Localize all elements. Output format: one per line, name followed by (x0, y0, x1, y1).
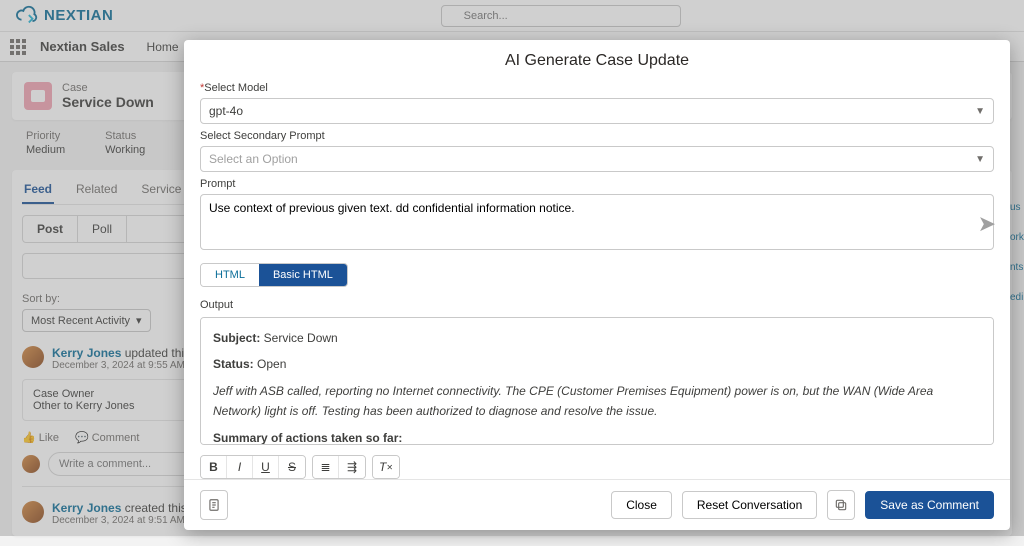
copy-button[interactable] (827, 490, 855, 520)
output-label: Output (200, 299, 994, 311)
copy-icon (834, 498, 848, 512)
chevron-down-icon: ▼ (975, 154, 985, 165)
view-html-tab[interactable]: HTML (201, 264, 259, 286)
secondary-select[interactable]: Select an Option ▼ (200, 146, 994, 172)
out-subject-value: Service Down (260, 331, 337, 345)
out-summary-heading: Summary of actions taken so far: (213, 428, 981, 445)
bold-button[interactable]: B (201, 456, 227, 478)
out-narrative: Jeff with ASB called, reporting no Inter… (213, 381, 981, 422)
underline-button[interactable]: U (253, 456, 279, 478)
prompt-label: Prompt (200, 178, 994, 190)
out-status-label: Status: (213, 357, 254, 371)
close-button[interactable]: Close (611, 491, 672, 519)
modal-title: AI Generate Case Update (184, 40, 1010, 80)
number-list-button[interactable]: ⇶ (339, 456, 365, 478)
out-status-value: Open (254, 357, 287, 371)
document-icon (207, 498, 221, 512)
model-value: gpt-4o (209, 104, 243, 118)
italic-button[interactable]: I (227, 456, 253, 478)
output-view-tabs: HTML Basic HTML (200, 263, 348, 287)
modal-footer: Close Reset Conversation Save as Comment (184, 479, 1010, 530)
chevron-down-icon: ▼ (975, 106, 985, 117)
secondary-value: Select an Option (209, 152, 298, 166)
model-label: *Select Model (200, 82, 994, 94)
reset-button[interactable]: Reset Conversation (682, 491, 817, 519)
model-select[interactable]: gpt-4o ▼ (200, 98, 994, 124)
secondary-label: Select Secondary Prompt (200, 130, 994, 142)
clear-format-button[interactable]: T✕ (373, 456, 399, 478)
out-subject-label: Subject: (213, 331, 260, 345)
prompt-textarea[interactable] (200, 194, 994, 250)
view-basic-html-tab[interactable]: Basic HTML (259, 264, 347, 286)
strike-button[interactable]: S (279, 456, 305, 478)
send-icon[interactable]: ➤ (978, 211, 996, 237)
save-as-comment-button[interactable]: Save as Comment (865, 491, 994, 519)
bullet-list-button[interactable]: ≣ (313, 456, 339, 478)
ai-generate-modal: AI Generate Case Update *Select Model gp… (184, 40, 1010, 530)
output-editor[interactable]: Subject: Service Down Status: Open Jeff … (200, 317, 994, 445)
history-button[interactable] (200, 490, 228, 520)
rte-toolbar: B I U S ≣ ⇶ T✕ (200, 455, 994, 479)
